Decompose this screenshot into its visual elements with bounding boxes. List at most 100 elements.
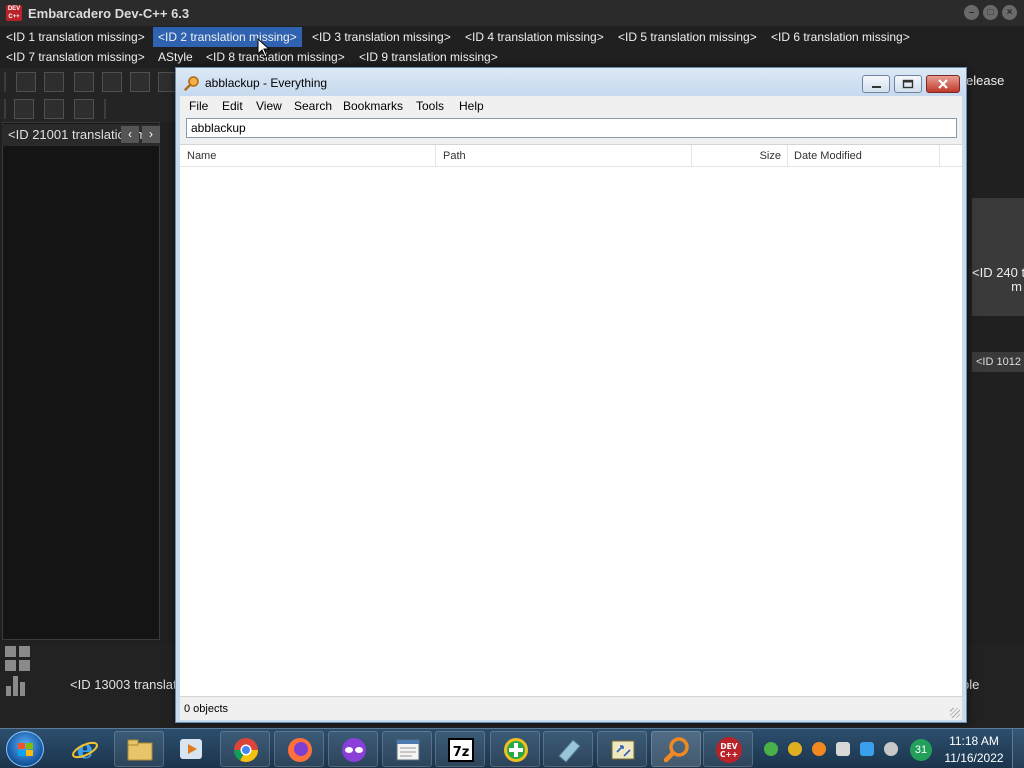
tray-monitor-icon[interactable] bbox=[860, 742, 874, 756]
internet-explorer-icon: e bbox=[72, 735, 98, 763]
minimize-icon[interactable] bbox=[862, 75, 890, 93]
new-file-icon[interactable] bbox=[16, 72, 36, 92]
menu-item-astyle[interactable]: AStyle bbox=[153, 47, 198, 67]
tab-scroll-left-icon[interactable]: ‹ bbox=[121, 126, 139, 143]
taskbar-green-app[interactable] bbox=[490, 731, 540, 767]
grid-icon[interactable] bbox=[5, 646, 31, 672]
7zip-icon: 7z bbox=[448, 738, 474, 762]
svg-text:C++: C++ bbox=[720, 750, 738, 759]
taskbar-file-explorer[interactable] bbox=[114, 731, 164, 767]
toolbar-separator bbox=[104, 99, 106, 119]
green-plus-icon bbox=[504, 738, 528, 762]
everything-titlebar[interactable]: abblackup - Everything bbox=[176, 68, 966, 96]
menu-view[interactable]: View bbox=[256, 99, 282, 113]
close-icon[interactable] bbox=[926, 75, 960, 93]
column-name[interactable]: Name bbox=[180, 145, 436, 167]
devcpp-app-icon: DEV C++ bbox=[6, 5, 22, 21]
results-list[interactable]: Name Path Size Date Modified bbox=[180, 144, 962, 696]
everything-window: abblackup - Everything File Edit View Se… bbox=[175, 67, 967, 723]
menu-item-8[interactable]: <ID 8 translation missing> bbox=[201, 47, 350, 67]
taskbar-screenshot[interactable] bbox=[597, 731, 647, 767]
menu-search[interactable]: Search bbox=[294, 99, 332, 113]
chart-icon[interactable] bbox=[6, 676, 28, 696]
results-header: Name Path Size Date Modified bbox=[180, 145, 962, 167]
taskbar-devcpp[interactable]: DEV C++ bbox=[703, 731, 753, 767]
menu-item-6[interactable]: <ID 6 translation missing> bbox=[766, 27, 915, 47]
project-panel bbox=[2, 122, 160, 640]
magnifier-icon bbox=[663, 737, 689, 763]
column-size[interactable]: Size bbox=[692, 145, 788, 167]
menu-item-1[interactable]: <ID 1 translation missing> bbox=[1, 27, 150, 47]
open-folder-icon[interactable] bbox=[44, 72, 64, 92]
menu-bookmarks[interactable]: Bookmarks bbox=[343, 99, 403, 113]
menu-item-5[interactable]: <ID 5 translation missing> bbox=[613, 27, 762, 47]
status-text: 0 objects bbox=[184, 703, 229, 715]
menu-item-2[interactable]: <ID 2 translation missing> bbox=[153, 27, 302, 47]
devcpp-icon: DEV C++ bbox=[716, 737, 742, 763]
minimize-icon[interactable]: – bbox=[964, 5, 979, 20]
taskbar-media-player[interactable] bbox=[166, 731, 216, 767]
clock-time[interactable]: 11:18 AM bbox=[945, 734, 1003, 748]
clock-date[interactable]: 11/16/2022 bbox=[942, 751, 1006, 765]
search-bar bbox=[180, 116, 962, 144]
devcpp-toolbar-secondary bbox=[0, 96, 180, 122]
taskbar-internet-explorer[interactable]: e bbox=[60, 731, 110, 767]
folder-icon bbox=[127, 739, 153, 761]
taskbar-7zip[interactable]: 7z bbox=[435, 731, 485, 767]
taskbar-chrome[interactable] bbox=[220, 731, 270, 767]
maximize-icon[interactable] bbox=[894, 75, 922, 93]
screenshot-icon bbox=[611, 740, 635, 760]
side-info-text: <ID 240 translation missing> bbox=[972, 265, 1024, 280]
maximize-icon[interactable]: □ bbox=[983, 5, 998, 20]
search-input[interactable] bbox=[186, 118, 957, 138]
close-file-icon[interactable] bbox=[130, 72, 150, 92]
status-bar: 0 objects bbox=[180, 696, 962, 720]
tray-green-icon[interactable] bbox=[764, 742, 778, 756]
goto-bookmark-icon[interactable] bbox=[74, 99, 94, 119]
tray-volume-icon[interactable] bbox=[884, 742, 898, 756]
tray-flag-icon[interactable] bbox=[836, 742, 850, 756]
menu-item-4[interactable]: <ID 4 translation missing> bbox=[460, 27, 609, 47]
taskbar-sheet-app[interactable] bbox=[543, 731, 593, 767]
menu-tools[interactable]: Tools bbox=[416, 99, 444, 113]
taskbar-notepad[interactable] bbox=[382, 731, 432, 767]
start-button[interactable] bbox=[6, 731, 44, 767]
save-icon[interactable] bbox=[74, 72, 94, 92]
resize-grip-icon[interactable] bbox=[950, 708, 960, 718]
svg-text:7z: 7z bbox=[453, 745, 470, 760]
indent-icon[interactable] bbox=[14, 99, 34, 119]
bottom-panel-label: ble bbox=[962, 677, 980, 692]
tray-search-icon[interactable] bbox=[812, 742, 826, 756]
side-id-tab[interactable]: <ID 1012 bbox=[972, 352, 1024, 372]
menu-item-9[interactable]: <ID 9 translation missing> bbox=[354, 47, 503, 67]
toolbar-separator bbox=[4, 99, 6, 119]
devcpp-title: Embarcadero Dev-C++ 6.3 bbox=[28, 5, 190, 21]
column-path[interactable]: Path bbox=[436, 145, 692, 167]
bookmark-icon[interactable] bbox=[44, 99, 64, 119]
menu-help[interactable]: Help bbox=[459, 99, 484, 113]
tab-scroll-right-icon[interactable]: › bbox=[142, 126, 160, 143]
close-icon[interactable]: × bbox=[1002, 5, 1017, 20]
taskbar-firefox[interactable] bbox=[274, 731, 324, 767]
menu-item-3[interactable]: <ID 3 translation missing> bbox=[307, 27, 456, 47]
tray-badge[interactable]: 31 bbox=[910, 739, 932, 761]
taskbar-incognito[interactable] bbox=[328, 731, 378, 767]
show-desktop-button[interactable] bbox=[1012, 729, 1024, 768]
column-date-modified[interactable]: Date Modified bbox=[788, 145, 940, 167]
everything-menubar: File Edit View Search Bookmarks Tools He… bbox=[180, 96, 962, 116]
save-all-icon[interactable] bbox=[102, 72, 122, 92]
taskbar-everything[interactable] bbox=[651, 731, 701, 767]
svg-text:e: e bbox=[77, 735, 94, 763]
side-info-text-2: m bbox=[1011, 279, 1022, 294]
menu-item-7[interactable]: <ID 7 translation missing> bbox=[1, 47, 150, 67]
taskbar: e 7z DEV C++ 31 11:18 AM 11/16/2022 bbox=[0, 728, 1024, 768]
sheet-icon bbox=[558, 739, 581, 763]
devcpp-titlebar: DEV C++ Embarcadero Dev-C++ 6.3 – □ × bbox=[0, 0, 1024, 26]
menu-file[interactable]: File bbox=[189, 99, 208, 113]
mask-icon bbox=[342, 738, 366, 762]
menu-edit[interactable]: Edit bbox=[222, 99, 243, 113]
system-tray: 31 bbox=[760, 729, 940, 768]
firefox-icon bbox=[288, 738, 312, 762]
windows-logo-icon bbox=[18, 743, 33, 756]
tray-plus-icon[interactable] bbox=[788, 742, 802, 756]
